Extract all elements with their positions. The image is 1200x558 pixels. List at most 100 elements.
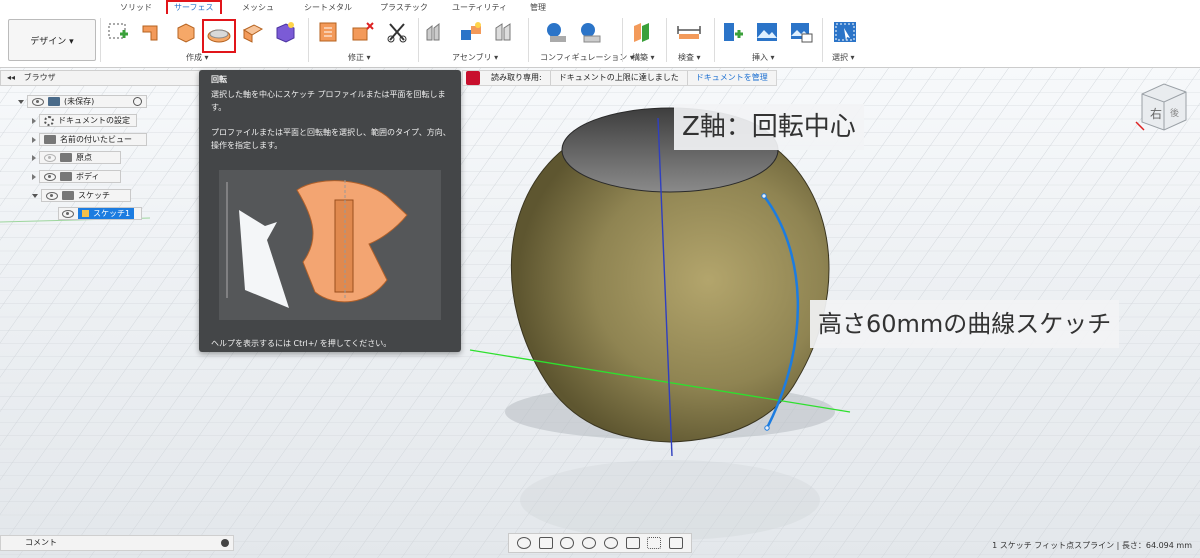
tree-row-sketches[interactable]: スケッチ	[32, 188, 131, 203]
fit-icon[interactable]	[603, 537, 618, 549]
zoom-icon[interactable]	[582, 537, 597, 549]
split-icon[interactable]	[384, 20, 410, 44]
readonly-label: 読み取り専用:	[491, 73, 542, 82]
expand-icon[interactable]	[32, 193, 38, 198]
viewports-icon[interactable]	[669, 537, 684, 549]
comment-label: コメント	[25, 538, 57, 547]
tooltip-help: ヘルプを表示するには Ctrl+/ を押してください。	[211, 339, 392, 348]
joint-icon[interactable]	[458, 20, 484, 44]
eye-icon[interactable]	[46, 191, 58, 200]
revolved-core	[334, 199, 354, 293]
gear-icon	[44, 115, 54, 126]
tree-row-named-views[interactable]: 名前の付いたビュー	[32, 132, 147, 147]
manage-documents-button[interactable]: ドキュメントを管理	[686, 71, 776, 85]
tab-bar: ソリッド サーフェス メッシュ シートメタル プラスチック ユーティリティ 管理	[0, 0, 1200, 16]
workspace-label: デザイン ▾	[30, 36, 74, 47]
collapse-icon[interactable]: ◂◂	[7, 73, 15, 82]
tooltip-instructions: プロファイルまたは平面と回転軸を選択し、範囲のタイプ、方向、操作を指定します。	[211, 128, 451, 150]
tree-row-origin[interactable]: 原点	[32, 150, 121, 165]
select-group-label[interactable]: 選択 ▾	[832, 52, 855, 63]
expand-icon[interactable]	[32, 136, 36, 143]
tree-row-bodies[interactable]: ボディ	[32, 169, 121, 184]
tree-label: ボディ	[76, 172, 100, 181]
expand-icon[interactable]	[32, 117, 36, 124]
modify-group-label[interactable]: 修正 ▾	[348, 52, 371, 63]
eye-icon[interactable]	[44, 172, 56, 181]
tree-label: ドキュメントの設定	[58, 116, 130, 125]
lock-icon	[466, 71, 480, 85]
add-comment-icon[interactable]	[221, 539, 229, 547]
eye-icon[interactable]	[62, 209, 74, 218]
delete-face-icon[interactable]	[350, 20, 376, 44]
insert-image-icon[interactable]	[754, 20, 780, 44]
insert-canvas-icon[interactable]	[788, 20, 814, 44]
tab-solid[interactable]: ソリッド	[120, 2, 152, 13]
tooltip-description: 選択した軸を中心にスケッチ プロファイルまたは平面を回転します。	[211, 90, 446, 112]
ribbon-separator	[418, 18, 419, 62]
insert-derive-icon[interactable]	[720, 20, 746, 44]
tooltip-illustration	[219, 170, 441, 320]
grid-settings-icon[interactable]	[647, 537, 662, 549]
browser-header[interactable]: ◂◂ ブラウザ	[0, 70, 232, 86]
create-group-label[interactable]: 作成 ▾	[186, 52, 209, 63]
viewcube-face-right[interactable]: 右	[1150, 106, 1162, 121]
configure-table-icon[interactable]	[544, 20, 570, 44]
navigation-bar	[508, 533, 692, 553]
spline-end-point[interactable]	[764, 425, 770, 431]
ribbon-separator	[714, 18, 715, 62]
loft-icon[interactable]	[272, 20, 298, 44]
ribbon-separator	[822, 18, 823, 62]
revolve-icon[interactable]	[206, 23, 232, 47]
tab-sheet-metal[interactable]: シートメタル	[304, 2, 352, 13]
spline-start-point[interactable]	[761, 193, 767, 199]
readonly-banner: 読み取り専用: ドキュメントの上限に達しました ドキュメントを管理	[462, 70, 777, 86]
pan-icon[interactable]	[560, 537, 575, 549]
new-component-icon[interactable]	[424, 20, 450, 44]
assemble-group-label[interactable]: アセンブリ ▾	[452, 52, 498, 63]
ribbon-separator	[100, 18, 101, 62]
tab-plastic[interactable]: プラスチック	[380, 2, 428, 13]
browser-title: ブラウザ	[23, 73, 56, 82]
box-icon[interactable]	[172, 20, 198, 44]
ribbon-separator	[666, 18, 667, 62]
create-sketch-icon[interactable]	[106, 20, 132, 44]
viewcube-face-back[interactable]: 後	[1170, 107, 1179, 119]
sweep-icon[interactable]	[240, 20, 266, 44]
orbit-icon[interactable]	[516, 537, 531, 549]
offset-plane-icon[interactable]	[630, 20, 656, 44]
tab-manage[interactable]: 管理	[530, 2, 546, 13]
view-cube[interactable]: 右 後	[1134, 80, 1192, 132]
construct-group-label[interactable]: 構築 ▾	[632, 52, 655, 63]
eye-hidden-icon[interactable]	[44, 153, 56, 162]
tree-row-document-settings[interactable]: ドキュメントの設定	[32, 113, 137, 128]
configure-rule-icon[interactable]	[578, 20, 604, 44]
tree-label: 原点	[76, 153, 92, 162]
sketch-icon	[82, 210, 89, 217]
tab-mesh[interactable]: メッシュ	[242, 2, 274, 13]
insert-group-label[interactable]: 挿入 ▾	[752, 52, 775, 63]
look-at-icon[interactable]	[538, 537, 553, 549]
configure-group-label[interactable]: コンフィギュレーション ▾	[540, 52, 634, 63]
radio-icon[interactable]	[133, 97, 142, 106]
extrude-icon[interactable]	[140, 20, 166, 44]
measure-icon[interactable]	[676, 20, 702, 44]
tab-utility[interactable]: ユーティリティ	[452, 2, 507, 13]
tree-label: スケッチ1	[93, 209, 131, 218]
ribbon-separator	[528, 18, 529, 62]
display-settings-icon[interactable]	[625, 537, 640, 549]
eye-icon[interactable]	[32, 97, 44, 106]
comment-bar[interactable]: コメント	[0, 535, 234, 551]
tree-row-root[interactable]: (未保存)	[18, 94, 147, 109]
expand-icon[interactable]	[32, 154, 36, 161]
status-text: 1 スケッチ フィット点スプライン | 長さ：64.094 mm	[992, 541, 1192, 550]
workspace-switcher-button[interactable]: デザイン ▾	[8, 19, 96, 61]
tree-row-sketch1[interactable]: スケッチ1	[58, 206, 142, 221]
folder-icon	[60, 153, 72, 162]
as-built-joint-icon[interactable]	[492, 20, 518, 44]
press-pull-icon[interactable]	[316, 20, 342, 44]
ribbon-separator	[622, 18, 623, 62]
expand-icon[interactable]	[32, 173, 36, 180]
expand-icon[interactable]	[18, 99, 24, 104]
select-icon[interactable]	[832, 20, 858, 44]
inspect-group-label[interactable]: 検査 ▾	[678, 52, 701, 63]
